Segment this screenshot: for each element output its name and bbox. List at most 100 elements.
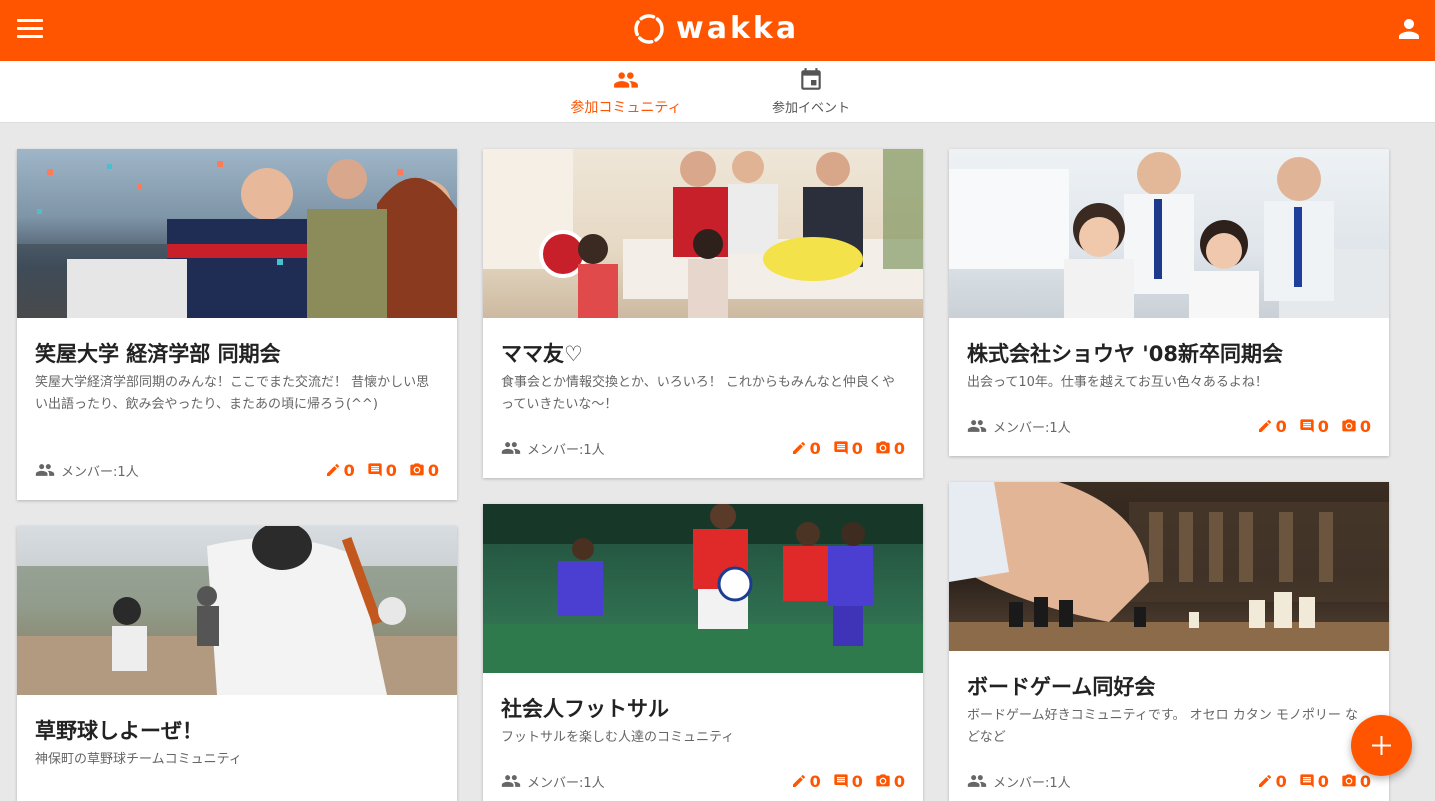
people-icon (501, 771, 521, 791)
community-card[interactable]: 草野球しよーぜ！ 神保町の草野球チームコミュニティ (17, 526, 457, 801)
card-description: フットサルを楽しむ人達のコミュニティ (501, 730, 735, 745)
hamburger-menu-icon[interactable] (17, 19, 43, 41)
pencil-icon (1257, 773, 1273, 789)
community-card[interactable]: 笑屋大学 経済学部 同期会 笑屋大学経済学部同期のみんな！ここでまた交流だ！ 昔… (17, 149, 457, 500)
calendar-icon (801, 68, 821, 90)
pencil-icon (1257, 418, 1273, 434)
card-footer: メンバー:1人 0 0 0 (35, 459, 439, 481)
member-count-text: メンバー:1人 (527, 775, 605, 791)
member-count-text: メンバー:1人 (61, 464, 139, 480)
post-count: 0 (1257, 417, 1287, 436)
card-footer: メンバー:1人 0 0 0 (501, 437, 905, 459)
comment-count: 0 (1299, 772, 1329, 791)
camera-icon (875, 773, 891, 789)
member-count-text: メンバー:1人 (993, 775, 1071, 791)
people-icon (967, 416, 987, 436)
member-count: メンバー:1人 (967, 771, 1071, 791)
party-photo (17, 149, 457, 318)
tab-events-label: 参加イベント (771, 101, 850, 116)
post-count: 0 (791, 772, 821, 791)
photo-count: 0 (875, 772, 905, 791)
photo-count: 0 (409, 461, 439, 480)
photo-count-value: 0 (1359, 416, 1371, 436)
photo-count: 0 (1341, 417, 1371, 436)
card-footer: メンバー:1人 0 0 0 (967, 415, 1371, 437)
app-logo-text: wakka (676, 11, 800, 46)
community-card[interactable]: 社会人フットサル フットサルを楽しむ人達のコミュニティ メンバー:1人 0 0 … (483, 504, 923, 801)
card-description: 出会って10年。仕事を越えてお互い色々あるよね！ (967, 375, 1268, 390)
wakka-ring-icon (634, 14, 664, 44)
photo-count-value: 0 (893, 771, 905, 791)
card-title: 笑屋大学 経済学部 同期会 (35, 342, 281, 366)
post-count-value: 0 (809, 438, 821, 458)
people-icon (613, 67, 639, 93)
comment-icon (367, 462, 383, 478)
comment-count: 0 (833, 439, 863, 458)
card-description: 笑屋大学経済学部同期のみんな！ここでまた交流だ！ 昔懐かしい思い出語ったり、飲み… (35, 375, 430, 412)
camera-icon (1341, 418, 1357, 434)
people-icon (35, 460, 55, 480)
community-card[interactable]: ボードゲーム同好会 ボードゲーム好きコミュニティです。 オセロ カタン モノポリ… (949, 482, 1389, 801)
card-title: 株式会社ショウヤ '08新卒同期会 (967, 342, 1283, 366)
post-count: 0 (1257, 772, 1287, 791)
post-count-value: 0 (809, 771, 821, 791)
card-footer: メンバー:1人 0 0 0 (501, 770, 905, 792)
plus-icon (1372, 736, 1391, 755)
app-logo[interactable]: wakka (632, 11, 799, 47)
member-count: メンバー:1人 (967, 416, 1071, 436)
camera-icon (409, 462, 425, 478)
post-count: 0 (325, 461, 355, 480)
photo-count: 0 (1341, 772, 1371, 791)
baseball-photo (17, 526, 457, 695)
card-description: ボードゲーム好きコミュニティです。 オセロ カタン モノポリー などなど (967, 708, 1359, 745)
post-count: 0 (791, 439, 821, 458)
post-count-value: 0 (1275, 416, 1287, 436)
futsal-photo (483, 504, 923, 673)
post-count-value: 0 (1275, 771, 1287, 791)
comment-count: 0 (367, 461, 397, 480)
card-description: 食事会とか情報交換とか、いろいろ！ これからもみんなと仲良くやっていきたいな〜！ (501, 375, 895, 412)
tab-bar: 参加コミュニティ 参加イベント (0, 61, 1435, 123)
comment-count: 0 (1299, 417, 1329, 436)
comment-count-value: 0 (1317, 771, 1329, 791)
pencil-icon (791, 773, 807, 789)
comment-count-value: 0 (851, 438, 863, 458)
card-title: 社会人フットサル (501, 697, 669, 721)
card-description: 神保町の草野球チームコミュニティ (35, 752, 242, 767)
app-bar: wakka (0, 0, 1435, 61)
comment-icon (833, 773, 849, 789)
comment-count: 0 (833, 772, 863, 791)
photo-count: 0 (875, 439, 905, 458)
moms-photo (483, 149, 923, 318)
member-count: メンバー:1人 (35, 460, 139, 480)
office-photo (949, 149, 1389, 318)
card-footer: メンバー:1人 0 0 0 (967, 770, 1371, 792)
comment-count-value: 0 (1317, 416, 1329, 436)
tab-events[interactable]: 参加イベント (765, 67, 857, 119)
account-icon[interactable] (1394, 14, 1424, 44)
pencil-icon (791, 440, 807, 456)
tab-communities-label: 参加コミュニティ (570, 100, 682, 116)
people-icon (967, 771, 987, 791)
camera-icon (1341, 773, 1357, 789)
comment-icon (1299, 418, 1315, 434)
community-card[interactable]: 株式会社ショウヤ '08新卒同期会 出会って10年。仕事を越えてお互い色々あるよ… (949, 149, 1389, 456)
photo-count-value: 0 (1359, 771, 1371, 791)
chess-photo (949, 482, 1389, 651)
comment-count-value: 0 (851, 771, 863, 791)
card-title: 草野球しよーぜ！ (35, 719, 203, 743)
post-count-value: 0 (343, 460, 355, 480)
photo-count-value: 0 (893, 438, 905, 458)
comment-icon (1299, 773, 1315, 789)
camera-icon (875, 440, 891, 456)
photo-count-value: 0 (427, 460, 439, 480)
member-count: メンバー:1人 (501, 771, 605, 791)
people-icon (501, 438, 521, 458)
pencil-icon (325, 462, 341, 478)
comment-icon (833, 440, 849, 456)
tab-communities[interactable]: 参加コミュニティ (563, 67, 689, 119)
add-community-button[interactable] (1351, 715, 1412, 776)
card-title: ママ友♡ (501, 342, 583, 366)
community-card[interactable]: ママ友♡ 食事会とか情報交換とか、いろいろ！ これからもみんなと仲良くやっていき… (483, 149, 923, 478)
card-title: ボードゲーム同好会 (967, 675, 1156, 699)
